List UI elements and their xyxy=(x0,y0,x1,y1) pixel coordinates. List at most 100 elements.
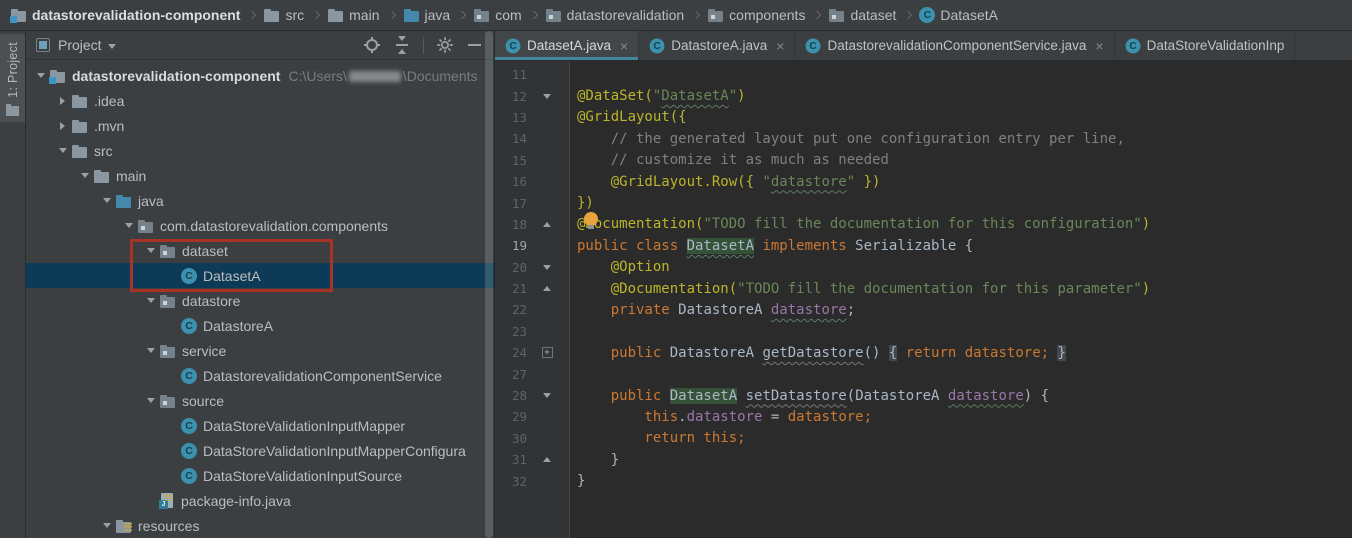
code-line[interactable]: 17}) xyxy=(495,192,1352,213)
fold-marker-icon[interactable] xyxy=(527,222,567,227)
tree-collapse-arrow[interactable] xyxy=(54,97,71,105)
breadcrumb-item[interactable]: datastorevalidation xyxy=(545,7,685,23)
tree-row[interactable]: CDatastoreA xyxy=(26,313,494,338)
breadcrumb-label: datastorevalidation xyxy=(567,7,685,23)
project-root-icon xyxy=(10,7,27,23)
tree-row[interactable]: CDatastorevalidationComponentService xyxy=(26,363,494,388)
tree-row[interactable]: dataset xyxy=(26,238,494,263)
tree-expand-arrow[interactable] xyxy=(32,73,49,78)
locate-icon[interactable] xyxy=(363,36,381,54)
folder-icon xyxy=(71,118,88,134)
breadcrumb-item[interactable]: C DatasetA xyxy=(919,7,998,23)
line-number: 29 xyxy=(495,409,527,424)
code-line[interactable]: 20 @Option xyxy=(495,257,1352,278)
tree-row[interactable]: src xyxy=(26,138,494,163)
settings-gear-icon[interactable] xyxy=(436,36,454,54)
code-editor[interactable]: 1112@DataSet("DatasetA")13@GridLayout({1… xyxy=(495,61,1352,538)
breadcrumb-item[interactable]: java xyxy=(403,7,451,23)
close-tab-icon[interactable]: × xyxy=(776,38,784,54)
breadcrumb-item[interactable]: dataset xyxy=(828,7,896,23)
tree-collapse-arrow[interactable] xyxy=(54,122,71,130)
gutter-cell: 29 xyxy=(495,409,571,424)
tree-row[interactable]: java xyxy=(26,188,494,213)
tree-row[interactable]: CDataStoreValidationInputSource xyxy=(26,463,494,488)
code-line[interactable]: 13@GridLayout({ xyxy=(495,107,1352,128)
tree-row[interactable]: datastorevalidation-componentC:\Users\\D… xyxy=(26,63,494,88)
class-icon: C xyxy=(1125,38,1140,53)
fold-marker-icon[interactable] xyxy=(527,265,567,270)
fold-marker-icon[interactable]: + xyxy=(527,347,567,358)
project-tree-scrollbar[interactable] xyxy=(485,31,493,538)
tree-expand-arrow[interactable] xyxy=(142,248,159,253)
tool-window-button-project[interactable]: 1: Project xyxy=(0,34,25,122)
tree-expand-arrow[interactable] xyxy=(76,173,93,178)
code-line[interactable]: 29 this.datastore = datastore; xyxy=(495,406,1352,427)
tree-row[interactable]: com.datastorevalidation.components xyxy=(26,213,494,238)
tree-row[interactable]: resources xyxy=(26,513,494,538)
editor-tab[interactable]: CDataStoreValidationInp xyxy=(1115,31,1296,60)
tree-row[interactable]: source xyxy=(26,388,494,413)
close-tab-icon[interactable]: × xyxy=(1095,38,1103,54)
code-line[interactable]: 16 @GridLayout.Row({ "datastore" }) xyxy=(495,171,1352,192)
tree-row[interactable]: CDataStoreValidationInputMapper xyxy=(26,413,494,438)
editor-tab[interactable]: CDatasetA.java× xyxy=(495,31,639,60)
code-line[interactable]: 27 xyxy=(495,363,1352,384)
tree-row[interactable]: CDataStoreValidationInputMapperConfigura xyxy=(26,438,494,463)
code-line[interactable]: 23 xyxy=(495,321,1352,342)
tree-expand-arrow[interactable] xyxy=(120,223,137,228)
tree-item-label: DataStoreValidationInputMapper xyxy=(203,418,405,434)
code-line[interactable]: 30 return this; xyxy=(495,428,1352,449)
tree-expand-arrow[interactable] xyxy=(142,398,159,403)
tree-row[interactable]: service xyxy=(26,338,494,363)
tree-item-label: package-info.java xyxy=(181,493,291,509)
code-line[interactable]: 31 } xyxy=(495,449,1352,470)
breadcrumb-item[interactable]: components xyxy=(707,7,805,23)
code-line[interactable]: 21 @Documentation("TODO fill the documen… xyxy=(495,278,1352,299)
tree-row[interactable]: main xyxy=(26,163,494,188)
gutter-cell: 15 xyxy=(495,153,571,168)
code-line[interactable]: 19public class DatasetA implements Seria… xyxy=(495,235,1352,256)
breadcrumb-label: DatasetA xyxy=(940,7,998,23)
code-line[interactable]: 14 // the generated layout put one confi… xyxy=(495,128,1352,149)
tree-expand-arrow[interactable] xyxy=(98,198,115,203)
breadcrumb-item[interactable]: com xyxy=(473,7,521,23)
tree-row[interactable]: .mvn xyxy=(26,113,494,138)
code-text: // the generated layout put one configur… xyxy=(571,131,1125,147)
class-icon: C xyxy=(919,7,935,23)
fold-marker-icon[interactable] xyxy=(527,286,567,291)
tree-expand-arrow[interactable] xyxy=(142,298,159,303)
tree-row[interactable]: datastore xyxy=(26,288,494,313)
code-line[interactable]: 32} xyxy=(495,470,1352,491)
tree-expand-arrow[interactable] xyxy=(142,348,159,353)
collapse-all-icon[interactable] xyxy=(393,36,411,54)
editor-tab[interactable]: CDatastoreA.java× xyxy=(639,31,795,60)
code-line[interactable]: 22 private DatastoreA datastore; xyxy=(495,299,1352,320)
chevron-down-icon[interactable] xyxy=(108,44,116,49)
code-line[interactable]: 15 // customize it as much as needed xyxy=(495,150,1352,171)
close-tab-icon[interactable]: × xyxy=(620,38,628,54)
tree-row[interactable]: .idea xyxy=(26,88,494,113)
fold-marker-icon[interactable] xyxy=(527,94,567,99)
project-panel-title[interactable]: Project xyxy=(58,37,102,53)
code-line[interactable]: 24+ public DatastoreA getDatastore() { r… xyxy=(495,342,1352,363)
code-text: @DataSet("DatasetA") xyxy=(571,88,746,104)
code-line[interactable]: 28 public DatasetA setDatastore(Datastor… xyxy=(495,385,1352,406)
tree-row[interactable]: CDatasetA xyxy=(26,263,494,288)
breadcrumb-item[interactable]: main xyxy=(327,7,379,23)
hide-panel-icon[interactable] xyxy=(466,36,484,54)
gutter-cell: 14 xyxy=(495,131,571,146)
fold-marker-icon[interactable] xyxy=(527,457,567,462)
breadcrumb-label: src xyxy=(285,7,304,23)
tree-row[interactable]: Jpackage-info.java xyxy=(26,488,494,513)
code-line[interactable]: 11 xyxy=(495,64,1352,85)
breadcrumb-item[interactable]: datastorevalidation-component xyxy=(10,7,240,23)
intention-bulb-icon[interactable] xyxy=(584,212,598,226)
tree-expand-arrow[interactable] xyxy=(98,523,115,528)
class-icon: C xyxy=(181,468,197,484)
code-line[interactable]: 12@DataSet("DatasetA") xyxy=(495,85,1352,106)
editor-tab[interactable]: CDatastorevalidationComponentService.jav… xyxy=(795,31,1114,60)
code-line[interactable]: 18@Documentation("TODO fill the document… xyxy=(495,214,1352,235)
breadcrumb-item[interactable]: src xyxy=(263,7,304,23)
tree-expand-arrow[interactable] xyxy=(54,148,71,153)
fold-marker-icon[interactable] xyxy=(527,393,567,398)
